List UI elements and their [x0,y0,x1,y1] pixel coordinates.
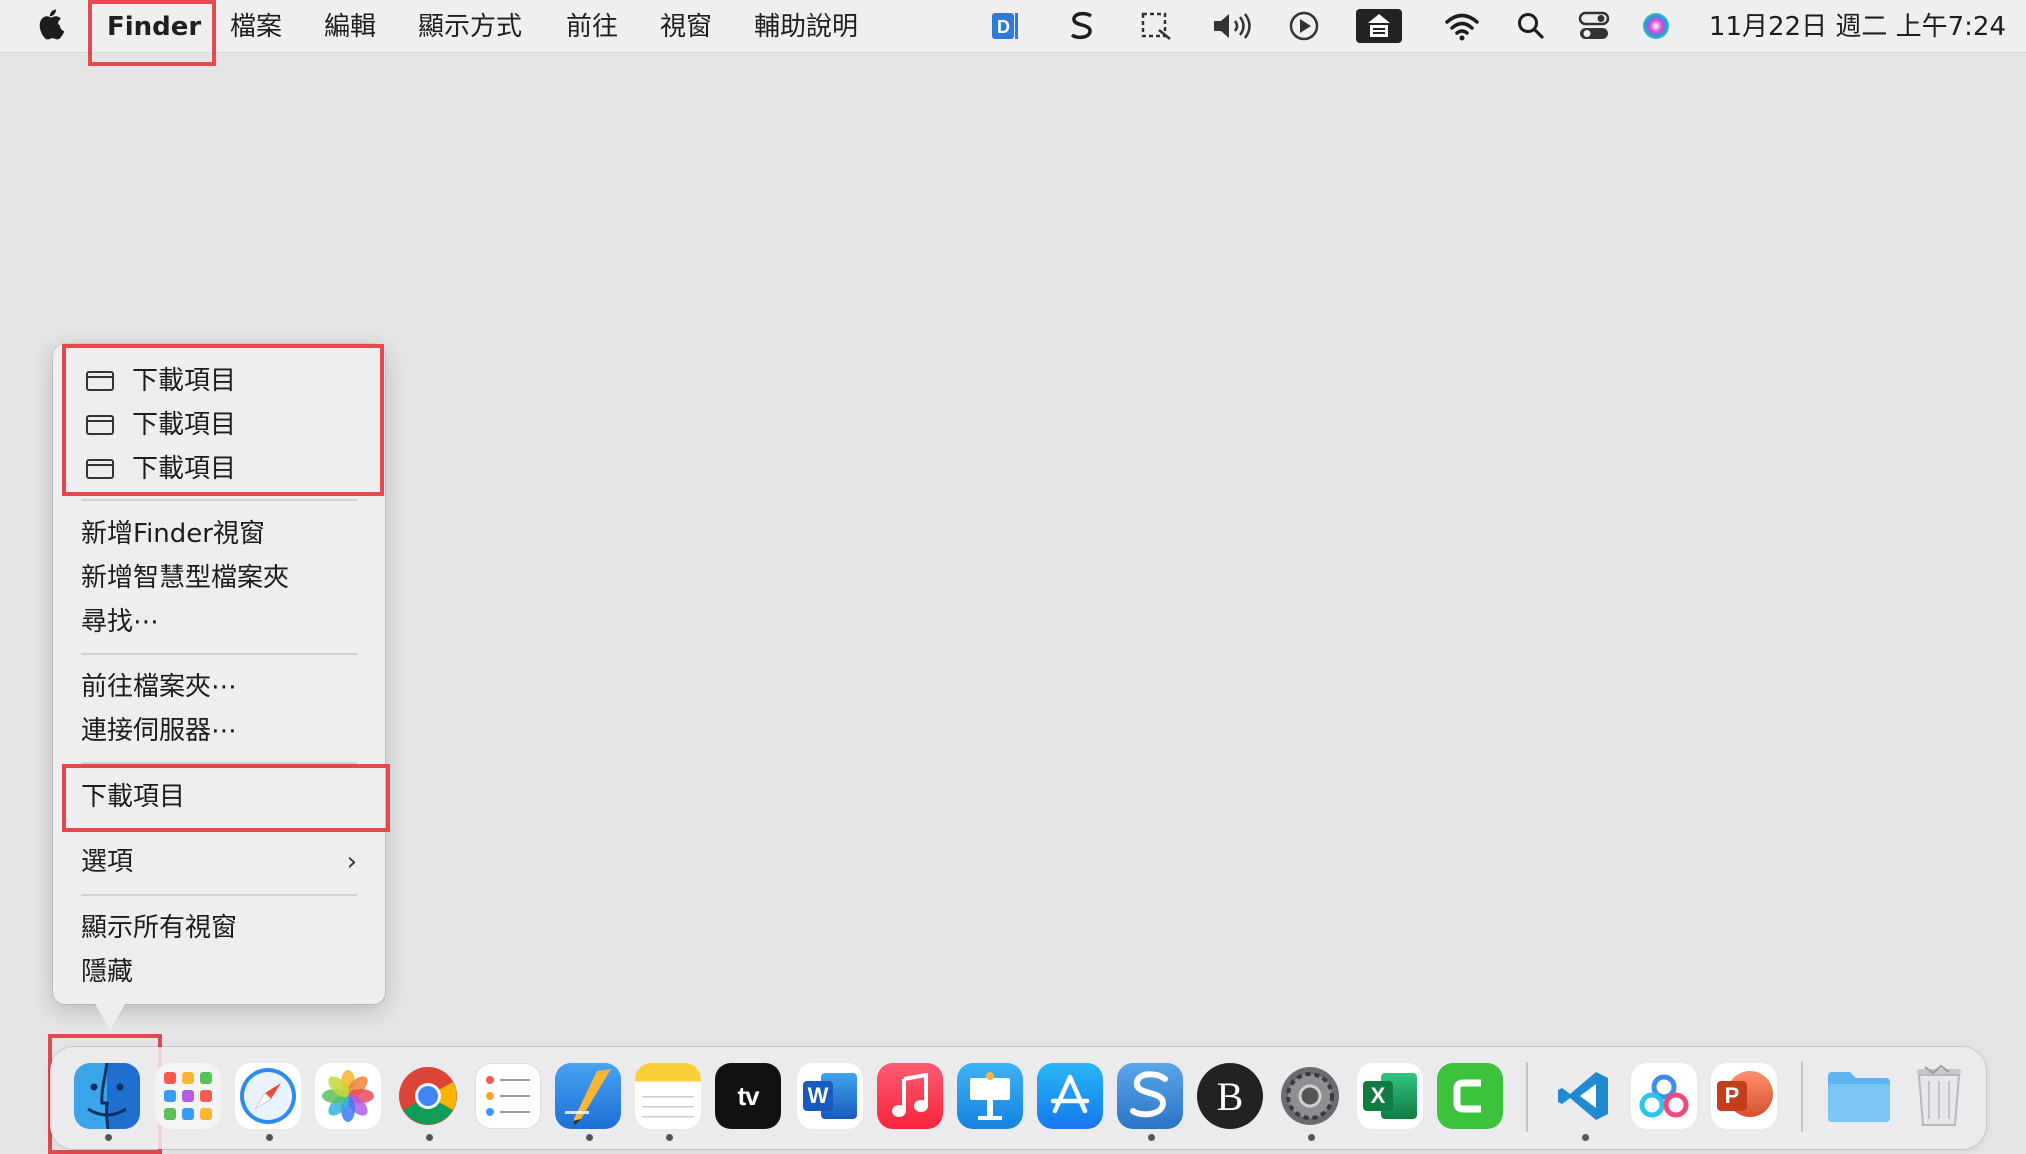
window-icon [86,415,114,435]
scrivener-icon[interactable] [1064,8,1100,44]
wifi-icon[interactable] [1442,8,1482,44]
window-item-label: 下載項目 [132,366,237,396]
dock-separator [1526,1062,1528,1132]
bear-label: B [1216,1073,1244,1119]
finder-dock-menu: 下載項目 下載項目 下載項目 新增Finder視窗 新增智慧型檔案夾 尋找⋯ 前… [53,344,385,1004]
camtasia-dock-icon[interactable] [1437,1063,1503,1129]
window-item-2[interactable]: 下載項目 [86,405,236,445]
new-finder-window-item[interactable]: 新增Finder視窗 [81,514,265,554]
options-label: 選項 [81,847,134,877]
running-indicator [426,1134,433,1141]
go-to-folder-item[interactable]: 前往檔案夾⋯ [81,667,237,707]
menu-finder[interactable]: Finder [107,0,201,52]
find-item[interactable]: 尋找⋯ [81,602,159,642]
safari-dock-icon[interactable] [235,1063,301,1129]
powerpoint-label: P [1717,1081,1747,1111]
menu-go[interactable]: 前往 [566,0,618,52]
separator [81,828,357,830]
dock-separator [1801,1062,1803,1132]
window-icon [86,371,114,391]
menu-edit[interactable]: 編輯 [324,0,376,52]
chevron-right-icon: › [346,847,357,877]
menu-view[interactable]: 顯示方式 [418,0,522,52]
options-item[interactable]: 選項 › [81,842,357,882]
word-label: W [803,1081,833,1111]
separator [81,653,357,655]
menu-help[interactable]: 輔助說明 [754,0,858,52]
powerpoint-dock-icon[interactable]: P [1711,1063,1777,1129]
folder-dock-icon[interactable] [1826,1063,1892,1129]
tv-dock-icon[interactable]: tv [715,1063,781,1129]
running-indicator [1148,1134,1155,1141]
launchpad-dock-icon[interactable] [155,1063,221,1129]
downloads-item[interactable]: 下載項目 [81,777,185,817]
screenshot-icon[interactable] [1138,8,1174,44]
play-icon[interactable] [1286,8,1322,44]
menu-bar: Finder 檔案 編輯 顯示方式 前往 視窗 輔助說明 D 11月22日 週二… [0,0,2026,53]
running-indicator [105,1134,112,1141]
dictation-icon[interactable]: D [986,8,1022,44]
running-indicator [1308,1134,1315,1141]
app-store-dock-icon[interactable] [1037,1063,1103,1129]
keynote-dock-icon[interactable] [957,1063,1023,1129]
window-item-1[interactable]: 下載項目 [86,361,236,401]
running-indicator [666,1134,673,1141]
running-indicator [586,1134,593,1141]
trash-dock-icon[interactable] [1906,1063,1972,1129]
search-icon[interactable] [1514,8,1548,44]
show-all-windows-item[interactable]: 顯示所有視窗 [81,908,237,948]
word-dock-icon[interactable]: W [797,1063,863,1129]
menu-window[interactable]: 視窗 [660,0,712,52]
separator [81,499,357,501]
music-dock-icon[interactable] [877,1063,943,1129]
svg-text:D: D [997,17,1010,37]
running-indicator [1582,1134,1589,1141]
separator [81,894,357,896]
window-item-label: 下載項目 [132,410,237,440]
input-method-icon[interactable] [1356,8,1402,44]
window-item-3[interactable]: 下載項目 [86,449,236,489]
menu-file[interactable]: 檔案 [230,0,282,52]
menu-pointer [94,1002,126,1030]
window-icon [86,459,114,479]
notes-dock-icon[interactable] [635,1063,701,1129]
photos-dock-icon[interactable] [315,1063,381,1129]
siri-icon[interactable] [1638,8,1674,44]
connect-to-server-item[interactable]: 連接伺服器⋯ [81,711,237,751]
apple-menu-icon[interactable] [38,0,70,52]
baidu-netdisk-dock-icon[interactable] [1631,1063,1697,1129]
new-smart-folder-item[interactable]: 新增智慧型檔案夾 [81,558,289,598]
finder-dock-icon[interactable] [74,1063,140,1129]
pages-dock-icon[interactable] [555,1063,621,1129]
tv-label: tv [737,1080,759,1111]
chrome-dock-icon[interactable] [395,1063,461,1129]
scrivener-dock-icon[interactable] [1117,1063,1183,1129]
reminders-dock-icon[interactable] [475,1063,541,1129]
volume-icon[interactable] [1210,8,1254,44]
bear-dock-icon[interactable]: B [1197,1063,1263,1129]
window-item-label: 下載項目 [132,454,237,484]
control-center-icon[interactable] [1576,8,1612,44]
running-indicator [266,1134,273,1141]
clock[interactable]: 11月22日 週二 上午7:24 [1709,0,2006,52]
system-preferences-dock-icon[interactable] [1277,1063,1343,1129]
excel-label: X [1363,1081,1393,1111]
vscode-dock-icon[interactable] [1551,1063,1617,1129]
separator [81,762,357,764]
hide-item[interactable]: 隱藏 [81,952,133,992]
excel-dock-icon[interactable]: X [1357,1063,1423,1129]
